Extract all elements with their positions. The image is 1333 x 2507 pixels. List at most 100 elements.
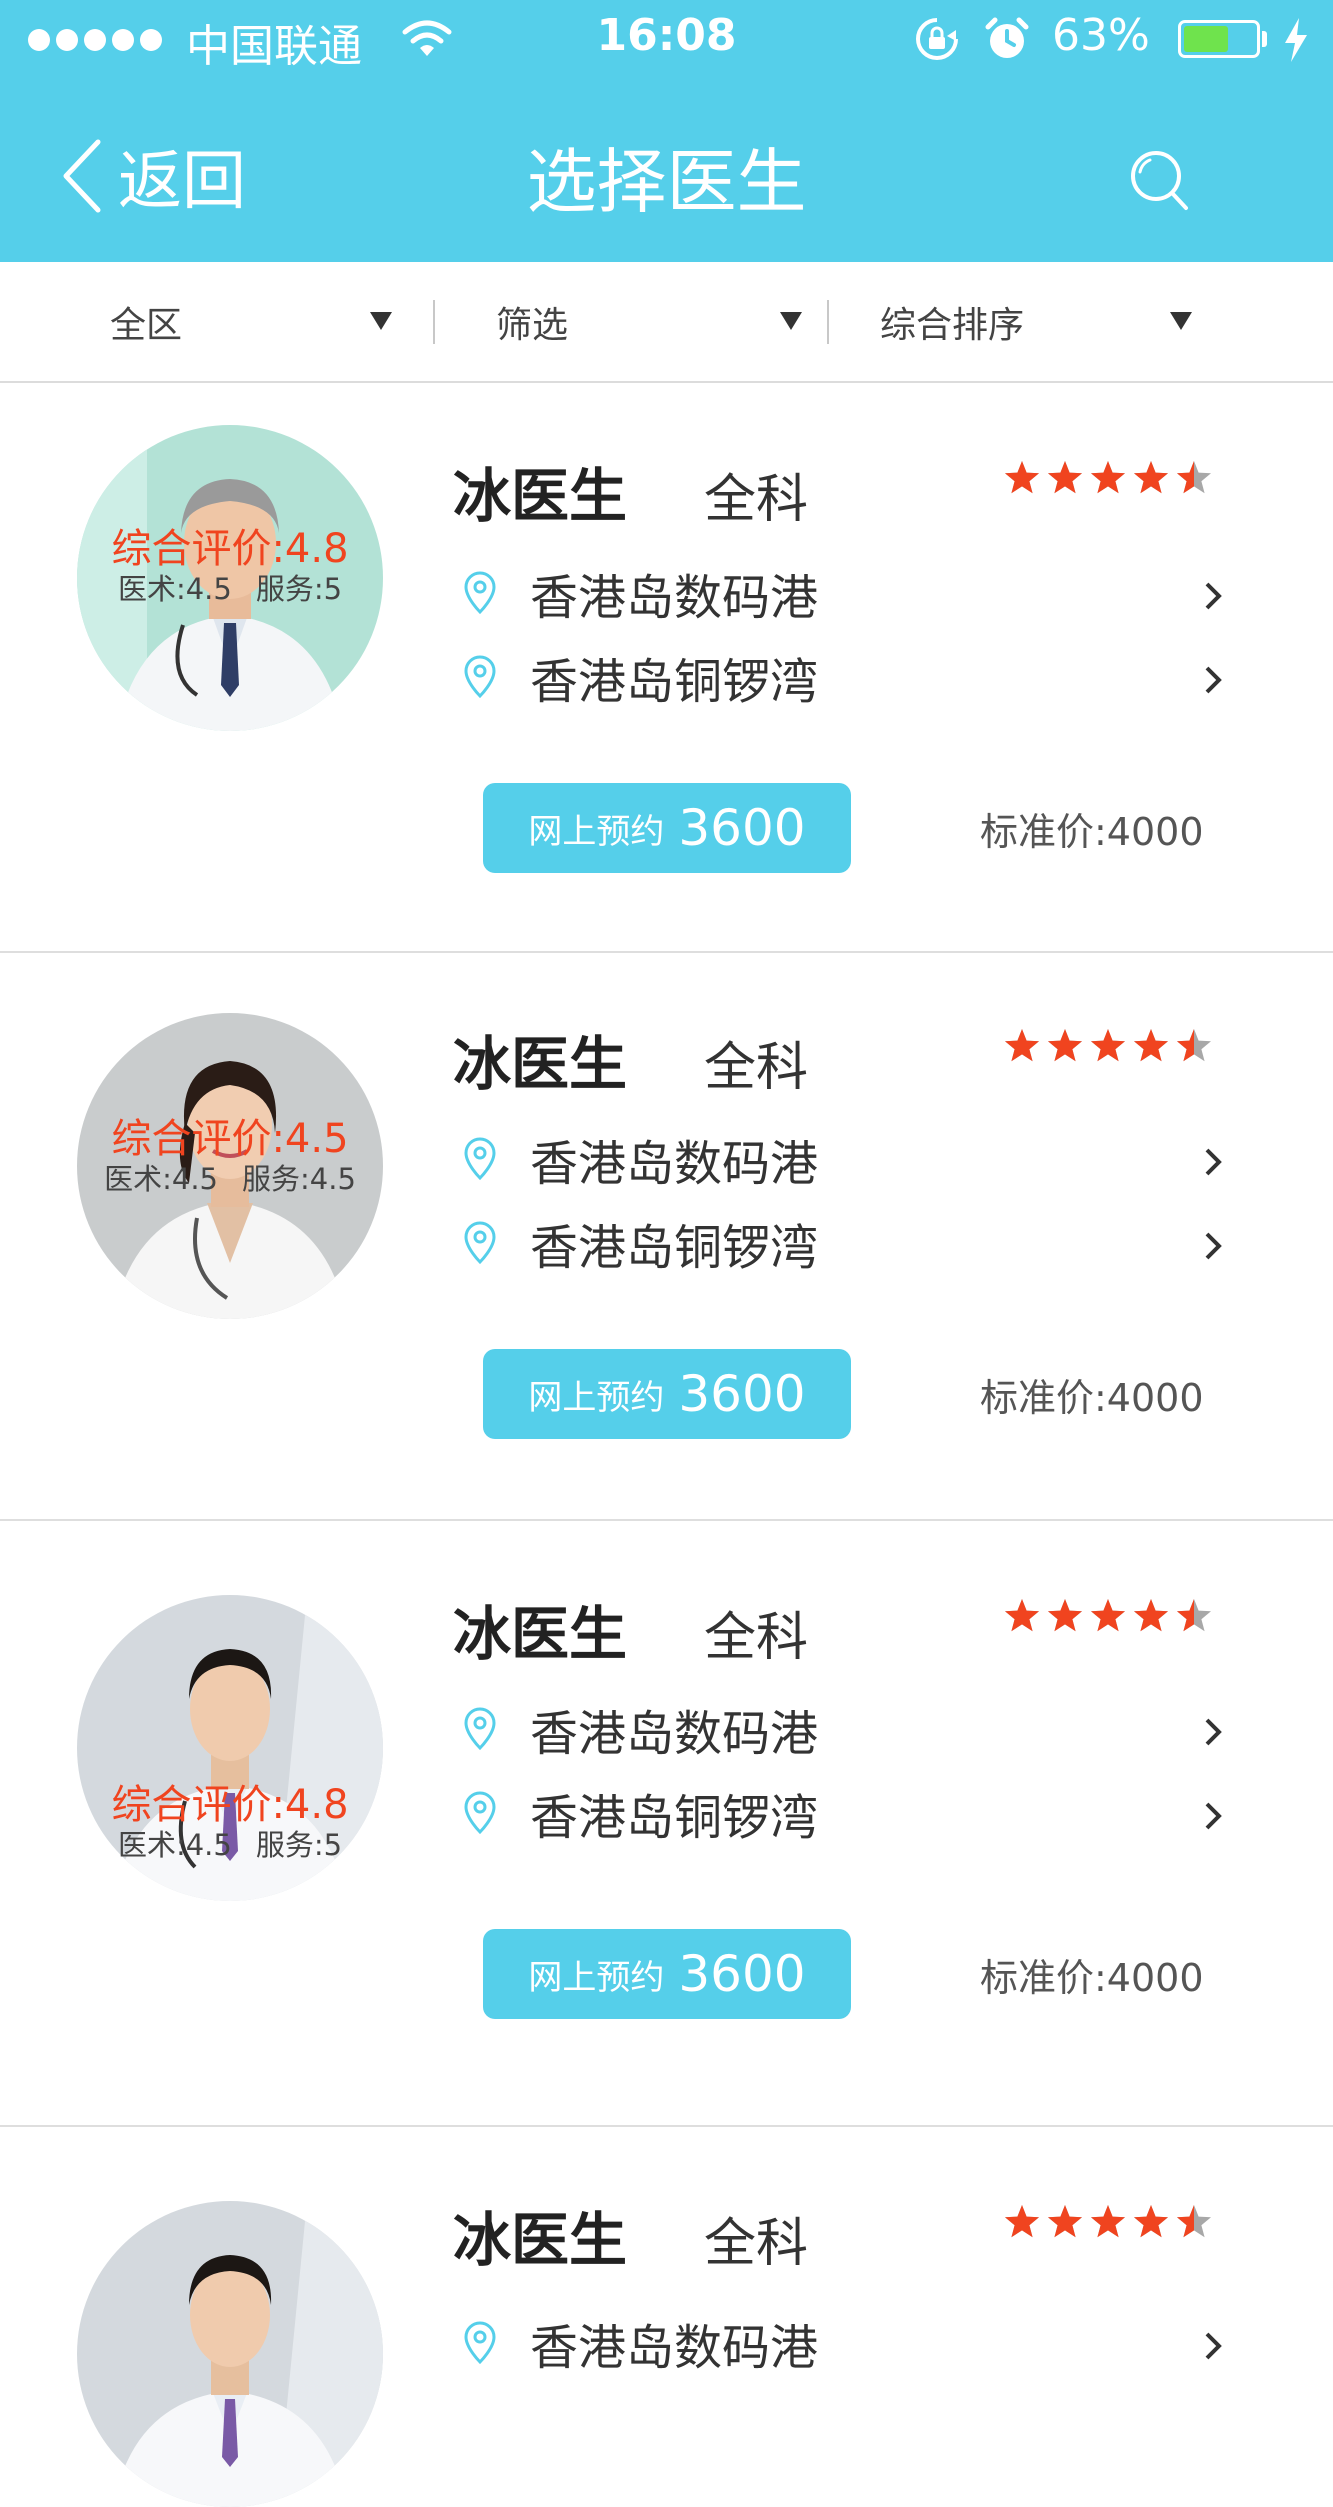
- star-icon: [1005, 2205, 1039, 2238]
- doctor-card[interactable]: 冰医生 全科 香港岛数码港: [0, 2127, 1333, 2507]
- dropdown-triangle-icon: [1170, 312, 1192, 330]
- star-icon: [1177, 1599, 1211, 1632]
- chevron-right-icon: [1205, 1232, 1222, 1260]
- star-icon: [1048, 461, 1082, 494]
- service-rating: 服务:5: [255, 1828, 343, 1862]
- location-row[interactable]: 香港岛数码港: [462, 1127, 1232, 1192]
- sub-ratings: 医术:4.5 服务:5: [0, 566, 460, 608]
- search-icon: [1131, 151, 1188, 210]
- chevron-right-icon: [1205, 666, 1222, 694]
- charging-bolt-icon: [1283, 18, 1309, 66]
- battery-tip: [1262, 31, 1267, 47]
- dropdown-triangle-icon: [370, 312, 392, 330]
- doctor-name: 冰医生: [453, 2206, 628, 2274]
- doctor-card[interactable]: 综合评价:4.8 医术:4.5 服务:5 冰医生 全科 香港岛数码港 香港岛铜锣湾…: [0, 1521, 1333, 2127]
- doctor-department: 全科: [704, 1608, 809, 1668]
- filter-sort[interactable]: 综合排序: [880, 262, 1200, 381]
- battery-icon: [1178, 20, 1260, 58]
- location-pin-icon: [464, 2321, 496, 2365]
- star-icon: [1134, 1029, 1168, 1062]
- skill-rating: 医术:4.5: [117, 572, 232, 606]
- standard-price: 标准价:4000: [980, 810, 1204, 854]
- location-pin-icon: [464, 655, 496, 699]
- location-row[interactable]: 香港岛数码港: [462, 2311, 1232, 2376]
- star-icon: [1134, 1599, 1168, 1632]
- star-icon: [1091, 1599, 1125, 1632]
- book-online-button[interactable]: 网上预约 3600: [483, 1929, 851, 2019]
- location-row[interactable]: 香港岛数码港: [462, 561, 1232, 626]
- location-pin-icon: [464, 1707, 496, 1751]
- filter-divider: [433, 300, 435, 344]
- star-icon: [1091, 1029, 1125, 1062]
- book-online-button[interactable]: 网上预约 3600: [483, 1349, 851, 1439]
- chevron-right-icon: [1205, 1718, 1222, 1746]
- location-text: 香港岛铜锣湾: [530, 654, 819, 710]
- chevron-right-icon: [1205, 1148, 1222, 1176]
- filter-district-label: 全区: [110, 304, 183, 346]
- star-icon: [1005, 461, 1039, 494]
- service-rating: 服务:4.5: [242, 1162, 356, 1196]
- battery-percent: 63%: [1052, 10, 1150, 61]
- chevron-right-icon: [1205, 2332, 1222, 2360]
- filter-district[interactable]: 全区: [110, 262, 400, 381]
- filter-screen[interactable]: 筛选: [496, 262, 816, 381]
- location-row[interactable]: 香港岛数码港: [462, 1697, 1232, 1762]
- standard-price: 标准价:4000: [980, 1956, 1204, 2000]
- location-row[interactable]: 香港岛铜锣湾: [462, 1211, 1232, 1276]
- filter-sort-label: 综合排序: [880, 304, 1025, 346]
- rotation-lock-icon: [912, 14, 962, 68]
- skill-rating: 医术:4.5: [117, 1828, 232, 1862]
- chevron-right-icon: [1205, 1802, 1222, 1830]
- doctor-department: 全科: [704, 2214, 809, 2274]
- star-icon: [1091, 461, 1125, 494]
- book-price: 3600: [678, 1945, 806, 2003]
- location-text: 香港岛铜锣湾: [530, 1790, 819, 1846]
- book-label: 网上预约: [528, 811, 665, 852]
- doctor-department: 全科: [704, 470, 809, 530]
- search-button[interactable]: [1128, 148, 1192, 220]
- star-icon: [1048, 1599, 1082, 1632]
- chevron-right-icon: [1205, 582, 1222, 610]
- location-text: 香港岛数码港: [530, 2320, 819, 2376]
- star-rating: [1003, 1027, 1213, 1065]
- doctor-card[interactable]: 综合评价:4.8 医术:4.5 服务:5 冰医生 全科 香港岛数码港 香港岛铜锣湾…: [0, 383, 1333, 953]
- doctor-name: 冰医生: [453, 1030, 628, 1098]
- location-pin-icon: [464, 1791, 496, 1835]
- location-text: 香港岛数码港: [530, 570, 819, 626]
- doctor-card[interactable]: 综合评价:4.5 医术:4.5 服务:4.5 冰医生 全科 香港岛数码港 香港岛铜…: [0, 953, 1333, 1521]
- book-label: 网上预约: [528, 1377, 665, 1418]
- skill-rating: 医术:4.5: [104, 1162, 218, 1196]
- star-icon: [1177, 461, 1211, 494]
- star-icon: [1134, 2205, 1168, 2238]
- star-rating: [1003, 1597, 1213, 1635]
- sub-ratings: 医术:4.5 服务:5: [0, 1822, 460, 1864]
- star-rating: [1003, 459, 1213, 497]
- location-text: 香港岛铜锣湾: [530, 1220, 819, 1276]
- sub-ratings: 医术:4.5 服务:4.5: [0, 1156, 460, 1198]
- battery-level-fill: [1184, 26, 1228, 52]
- location-text: 香港岛数码港: [530, 1706, 819, 1762]
- service-rating: 服务:5: [255, 572, 343, 606]
- doctor-department: 全科: [704, 1038, 809, 1098]
- location-pin-icon: [464, 571, 496, 615]
- location-row[interactable]: 香港岛铜锣湾: [462, 1781, 1232, 1846]
- status-bar: 中国联通 16:08 63%: [0, 0, 1333, 80]
- alarm-icon: [982, 14, 1032, 68]
- top-bar: 中国联通 16:08 63% 返回 选择医生: [0, 0, 1333, 262]
- star-icon: [1177, 1029, 1211, 1062]
- book-online-button[interactable]: 网上预约 3600: [483, 783, 851, 873]
- filter-screen-label: 筛选: [496, 304, 569, 346]
- book-price: 3600: [678, 1365, 806, 1423]
- doctor-name: 冰医生: [453, 1600, 628, 1668]
- location-row[interactable]: 香港岛铜锣湾: [462, 645, 1232, 710]
- star-icon: [1134, 461, 1168, 494]
- doctor-avatar: [77, 2201, 383, 2507]
- star-icon: [1005, 1029, 1039, 1062]
- book-price: 3600: [678, 799, 806, 857]
- location-pin-icon: [464, 1221, 496, 1265]
- star-icon: [1005, 1599, 1039, 1632]
- filter-bar: 全区 筛选 综合排序: [0, 262, 1333, 383]
- star-icon: [1177, 2205, 1211, 2238]
- star-rating: [1003, 2203, 1213, 2241]
- location-pin-icon: [464, 1137, 496, 1181]
